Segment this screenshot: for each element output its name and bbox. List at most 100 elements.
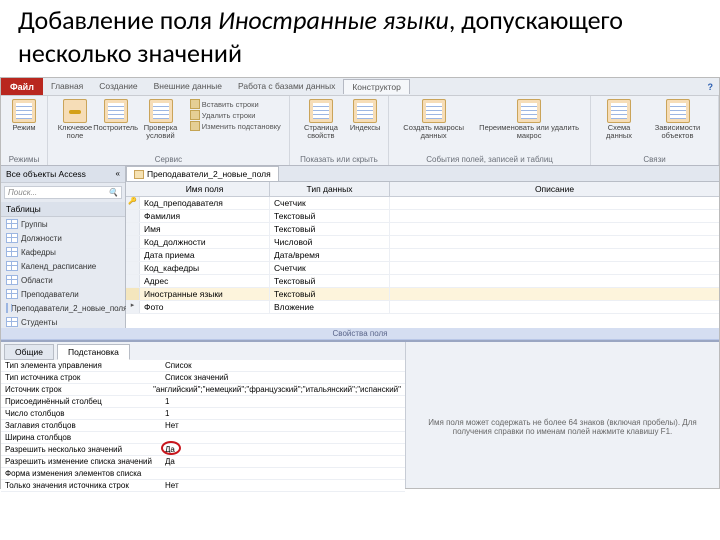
field-name-cell[interactable]: Иностранные языки xyxy=(140,288,270,300)
field-row[interactable]: ИмяТекстовый xyxy=(126,223,719,236)
field-type-cell[interactable]: Дата/время xyxy=(270,249,390,261)
grid-icon xyxy=(149,99,173,123)
field-type-cell[interactable]: Текстовый xyxy=(270,223,390,235)
property-row[interactable]: Число столбцов1 xyxy=(1,408,405,420)
field-row[interactable]: АдресТекстовый xyxy=(126,275,719,288)
grid-icon xyxy=(517,99,541,123)
property-value[interactable]: 1 xyxy=(161,396,405,407)
field-type-cell[interactable]: Текстовый xyxy=(270,288,390,300)
field-name-cell[interactable]: Код_должности xyxy=(140,236,270,248)
property-row[interactable]: Только значения источника строкНет xyxy=(1,480,405,492)
property-row[interactable]: Ширина столбцов xyxy=(1,432,405,444)
ribbon-button[interactable]: Проверка условий xyxy=(135,99,186,139)
ribbon-group-label: Режимы xyxy=(7,154,41,164)
field-type-cell[interactable]: Вложение xyxy=(270,301,390,313)
ribbon: Режим Режимы Ключевое полеПостроительПрове… xyxy=(1,96,719,166)
field-name-cell[interactable]: Фамилия xyxy=(140,210,270,222)
menu-tab[interactable]: Работа с базами данных xyxy=(230,79,343,94)
ribbon-group: Страница свойствИндексыПоказать или скры… xyxy=(290,96,389,165)
ribbon-button[interactable]: Страница свойств xyxy=(296,99,346,139)
nav-table-item[interactable]: Студенты xyxy=(1,315,125,329)
field-row[interactable]: Иностранные языкиТекстовый xyxy=(126,288,719,301)
ribbon-button[interactable]: Индексы xyxy=(348,99,382,132)
ribbon-small-button[interactable]: Изменить подстановку xyxy=(188,121,283,131)
field-name-cell[interactable]: Код_кафедры xyxy=(140,262,270,274)
ribbon-button[interactable]: Зависимости объектов xyxy=(643,99,712,139)
ribbon-button[interactable]: Создать макросы данных xyxy=(395,99,472,139)
grid-icon xyxy=(12,99,36,123)
field-name-cell[interactable]: Код_преподавателя xyxy=(140,197,270,209)
col-type[interactable]: Тип данных xyxy=(270,182,390,196)
field-row[interactable]: 🔑Код_преподавателяСчетчик xyxy=(126,197,719,210)
help-icon[interactable]: ? xyxy=(708,82,714,92)
property-row[interactable]: Тип элемента управленияСписок xyxy=(1,360,405,372)
nav-table-item[interactable]: Должности xyxy=(1,231,125,245)
nav-table-item[interactable]: Кафедры xyxy=(1,245,125,259)
field-type-cell[interactable]: Текстовый xyxy=(270,210,390,222)
property-value[interactable]: Да xyxy=(161,456,405,467)
ribbon-button[interactable]: Схема данных xyxy=(597,99,641,139)
col-name[interactable]: Имя поля xyxy=(140,182,270,196)
ribbon-button[interactable]: Переименовать или удалить макрос xyxy=(474,99,584,139)
property-value[interactable]: Нет xyxy=(161,420,405,431)
nav-table-item[interactable]: Преподаватели_2_новые_поля xyxy=(1,301,125,315)
property-row[interactable]: Присоединённый столбец1 xyxy=(1,396,405,408)
property-label: Тип источника строк xyxy=(1,372,161,383)
property-value[interactable]: Список значений xyxy=(161,372,405,383)
field-row[interactable]: Код_кафедрыСчетчик xyxy=(126,262,719,275)
chevron-down-icon: « xyxy=(116,169,120,179)
nav-table-item[interactable]: Области xyxy=(1,273,125,287)
props-tab-lookup[interactable]: Подстановка xyxy=(57,344,130,360)
grid-icon xyxy=(353,99,377,123)
property-value[interactable]: 1 xyxy=(161,408,405,419)
property-value[interactable]: Нет xyxy=(161,480,405,491)
field-name-cell[interactable]: Дата приема xyxy=(140,249,270,261)
nav-table-item[interactable]: Преподаватели xyxy=(1,287,125,301)
property-value[interactable]: Да xyxy=(161,444,405,455)
ribbon-button[interactable]: Ключевое поле xyxy=(54,99,96,139)
ribbon-small-button[interactable]: Удалить строки xyxy=(188,110,283,120)
property-value[interactable] xyxy=(161,468,405,479)
doc-tab[interactable]: Преподаватели_2_новые_поля xyxy=(126,166,279,181)
property-row[interactable]: Заглавия столбцовНет xyxy=(1,420,405,432)
property-value[interactable] xyxy=(161,432,405,443)
property-row[interactable]: Тип источника строкСписок значений xyxy=(1,372,405,384)
field-row[interactable]: Дата приемаДата/время xyxy=(126,249,719,262)
menu-tab[interactable]: Главная xyxy=(43,79,91,94)
field-type-cell[interactable]: Текстовый xyxy=(270,275,390,287)
field-type-cell[interactable]: Счетчик xyxy=(270,197,390,209)
nav-category[interactable]: Таблицы xyxy=(1,202,125,217)
menu-tab[interactable]: Внешние данные xyxy=(146,79,230,94)
workspace: Все объекты Access« Поиск...🔍 Таблицы Гр… xyxy=(1,166,719,328)
field-name-cell[interactable]: Фото xyxy=(140,301,270,313)
highlight-circle xyxy=(161,441,181,455)
field-row[interactable]: ФотоВложение xyxy=(126,301,719,314)
menu-tab[interactable]: Создание xyxy=(91,79,145,94)
field-name-cell[interactable]: Адрес xyxy=(140,275,270,287)
col-desc[interactable]: Описание xyxy=(390,182,719,196)
ribbon-button[interactable]: Режим xyxy=(7,99,41,132)
props-tab-general[interactable]: Общие xyxy=(4,344,54,360)
field-type-cell[interactable]: Счетчик xyxy=(270,262,390,274)
nav-table-item[interactable]: Группы xyxy=(1,217,125,231)
nav-header[interactable]: Все объекты Access« xyxy=(1,166,125,183)
field-row[interactable]: Код_должностиЧисловой xyxy=(126,236,719,249)
file-tab[interactable]: Файл xyxy=(1,78,43,95)
ribbon-button[interactable]: Построитель xyxy=(98,99,133,132)
property-value[interactable]: Список xyxy=(161,360,405,371)
menu-tab[interactable]: Конструктор xyxy=(343,79,409,94)
nav-search[interactable]: Поиск...🔍 xyxy=(4,186,122,199)
props-tabs: Общие Подстановка xyxy=(1,342,405,360)
property-label: Форма изменения элементов списка xyxy=(1,468,161,479)
table-icon xyxy=(134,170,144,179)
field-type-cell[interactable]: Числовой xyxy=(270,236,390,248)
property-value[interactable]: "английский";"немецкий";"французский";"и… xyxy=(149,384,405,395)
property-row[interactable]: Форма изменения элементов списка xyxy=(1,468,405,480)
property-row[interactable]: Разрешить несколько значенийДа xyxy=(1,444,405,456)
ribbon-small-button[interactable]: Вставить строки xyxy=(188,99,283,109)
property-row[interactable]: Источник строк"английский";"немецкий";"ф… xyxy=(1,384,405,396)
field-row[interactable]: ФамилияТекстовый xyxy=(126,210,719,223)
property-row[interactable]: Разрешить изменение списка значенийДа xyxy=(1,456,405,468)
nav-table-item[interactable]: Календ_расписание xyxy=(1,259,125,273)
field-name-cell[interactable]: Имя xyxy=(140,223,270,235)
